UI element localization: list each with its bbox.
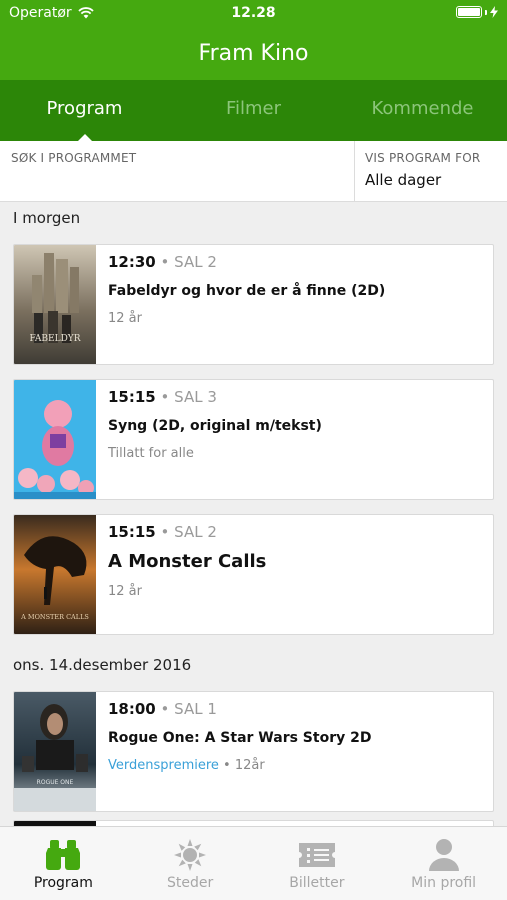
movie-poster: ROGUE ONE	[14, 692, 96, 811]
screening-info: 12:30 • SAL 2 Fabeldyr og hvor de er å f…	[96, 245, 493, 364]
program-search[interactable]: SØK I PROGRAMMET	[0, 141, 355, 201]
hall-name: SAL 2	[174, 253, 217, 271]
hall-name: SAL 2	[174, 523, 217, 541]
tabbar-label: Program	[33, 875, 93, 891]
tab-label: Kommende	[371, 98, 474, 119]
show-time: 15:15	[108, 388, 156, 406]
battery-indicator	[456, 6, 498, 18]
premiere-badge: Verdenspremiere	[108, 758, 219, 773]
day-filter-value: Alle dager	[365, 171, 442, 189]
screening-card[interactable]: A MONSTER CALLS 15:15 • SAL 2 A Monster …	[13, 514, 494, 635]
svg-text:FABELDYR: FABELDYR	[29, 334, 80, 344]
tab-label: Filmer	[225, 98, 282, 119]
person-icon	[428, 839, 459, 871]
top-tabs: Program Filmer Kommende	[0, 80, 507, 142]
show-time: 12:30	[108, 253, 156, 271]
search-label: SØK I PROGRAMMET	[11, 151, 137, 165]
tabbar-item-program[interactable]: Program	[0, 827, 127, 900]
nav-bar: Fram Kino	[0, 28, 507, 80]
tab-label: Program	[46, 98, 123, 119]
tabbar-item-min-profil[interactable]: Min profil	[380, 827, 507, 900]
tabbar-item-billetter[interactable]: Billetter	[254, 827, 381, 900]
svg-text:A MONSTER CALLS: A MONSTER CALLS	[20, 613, 89, 621]
sun-icon	[174, 839, 207, 871]
tabbar-label: Min profil	[411, 875, 477, 891]
section-header: ons. 14.desember 2016	[13, 656, 192, 674]
status-time: 12.28	[231, 5, 276, 21]
movie-title: Syng (2D, original m/tekst)	[108, 418, 322, 434]
screening-info: 15:15 • SAL 3 Syng (2D, original m/tekst…	[96, 380, 493, 499]
tab-program[interactable]: Program	[0, 80, 169, 142]
tabbar-label: Steder	[167, 875, 214, 891]
age-rating: 12år	[234, 758, 265, 773]
charging-bolt-icon	[490, 6, 498, 18]
screening-card[interactable]: ROGUE ONE 18:00 • SAL 1 Rogue One: A Sta…	[13, 691, 494, 812]
age-rating: 12 år	[108, 311, 142, 326]
hall-name: SAL 3	[174, 388, 217, 406]
age-rating: 12 år	[108, 584, 142, 599]
day-filter-label: VIS PROGRAM FOR	[365, 151, 481, 165]
screening-info: 18:00 • SAL 1 Rogue One: A Star Wars Sto…	[96, 692, 493, 811]
battery-icon	[456, 6, 482, 18]
show-time: 15:15	[108, 523, 156, 541]
screening-info: 15:15 • SAL 2 A Monster Calls 12 år	[96, 515, 493, 634]
bottom-tab-bar: Program Steder Billetter Min profil	[0, 826, 507, 900]
hall-name: SAL 1	[174, 700, 217, 718]
movie-title: Fabeldyr og hvor de er å finne (2D)	[108, 283, 386, 299]
app-title: Fram Kino	[198, 41, 309, 66]
tabbar-item-steder[interactable]: Steder	[127, 827, 254, 900]
tabbar-label: Billetter	[289, 875, 345, 891]
tab-filmer[interactable]: Filmer	[169, 80, 338, 141]
search-input[interactable]	[11, 171, 343, 189]
movie-title: A Monster Calls	[108, 551, 267, 572]
section-header: I morgen	[13, 209, 81, 227]
movie-poster: A MONSTER CALLS	[14, 515, 96, 634]
program-list[interactable]: I morgen FABELDYR 12:30 • SAL 2 Fabeldyr…	[0, 202, 507, 826]
age-rating: Tillatt for alle	[108, 446, 194, 461]
status-bar: Operatør 12.28	[0, 0, 507, 28]
ticket-icon	[298, 843, 335, 867]
tab-kommende[interactable]: Kommende	[338, 80, 507, 141]
show-time: 18:00	[108, 700, 156, 718]
filter-bar: SØK I PROGRAMMET VIS PROGRAM FOR Alle da…	[0, 141, 507, 202]
svg-text:ROGUE ONE: ROGUE ONE	[37, 779, 74, 786]
binoculars-icon	[46, 840, 81, 870]
movie-poster: FABELDYR	[14, 245, 96, 364]
screening-card[interactable]: 15:15 • SAL 3 Syng (2D, original m/tekst…	[13, 379, 494, 500]
movie-poster	[14, 380, 96, 499]
day-filter-selector[interactable]: VIS PROGRAM FOR Alle dager	[355, 141, 507, 201]
movie-title: Rogue One: A Star Wars Story 2D	[108, 730, 372, 746]
screening-card[interactable]: FABELDYR 12:30 • SAL 2 Fabeldyr og hvor …	[13, 244, 494, 365]
